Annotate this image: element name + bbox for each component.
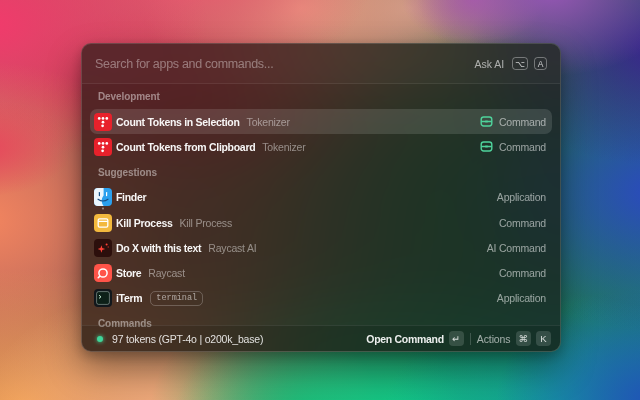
item-subtitle: Tokenizer bbox=[262, 141, 305, 153]
list-item[interactable]: Count Tokens in Selection Tokenizer Comman… bbox=[90, 109, 552, 134]
command-icon bbox=[480, 115, 493, 128]
results-list: Development Count Tokens in Selection Toke… bbox=[82, 84, 560, 327]
item-title: Count Tokens in Selection bbox=[116, 116, 240, 128]
list-item[interactable]: Do X with this text Raycast AI AI Command bbox=[90, 235, 552, 260]
item-type-label: Application bbox=[497, 191, 546, 203]
item-title: Finder bbox=[116, 191, 146, 203]
item-title: Kill Process bbox=[116, 217, 173, 229]
actions-label: Actions bbox=[477, 333, 511, 345]
item-subtitle: Raycast AI bbox=[208, 242, 256, 254]
list-item[interactable]: Finder Application bbox=[90, 185, 552, 210]
item-type-label: AI Command bbox=[487, 242, 546, 254]
item-title: Do X with this text bbox=[116, 242, 201, 254]
raycast-store-icon bbox=[94, 264, 112, 282]
list-item[interactable]: Kill Process Kill Process Command bbox=[90, 210, 552, 235]
item-subtitle: Kill Process bbox=[180, 217, 232, 229]
status-dot-icon bbox=[97, 336, 103, 342]
list-item[interactable]: Store Raycast Command bbox=[90, 260, 552, 285]
finder-icon bbox=[94, 188, 112, 206]
actions-button[interactable]: Actions ⌘ K bbox=[477, 331, 551, 346]
ask-ai-label: Ask AI bbox=[474, 58, 504, 70]
command-keycap: ⌘ bbox=[516, 331, 532, 346]
item-subtitle: Tokenizer bbox=[247, 116, 290, 128]
k-keycap: K bbox=[536, 331, 551, 346]
item-type-label: Command bbox=[499, 141, 546, 153]
item-type-label: Command bbox=[499, 267, 546, 279]
open-command-button[interactable]: Open Command ↵ bbox=[366, 331, 464, 346]
tokenizer-icon bbox=[94, 113, 112, 131]
status-bar-divider bbox=[470, 333, 471, 345]
option-keycap: ⌥ bbox=[512, 57, 528, 71]
status-text: 97 tokens (GPT-4o | o200k_base) bbox=[112, 333, 263, 345]
section-header-suggestions: Suggestions bbox=[90, 160, 552, 185]
item-type-label: Application bbox=[497, 292, 546, 304]
item-subtitle: Raycast bbox=[148, 267, 185, 279]
search-input[interactable]: Search for apps and commands... bbox=[95, 57, 474, 71]
item-type-label: Command bbox=[499, 217, 546, 229]
item-type-label: Command bbox=[499, 116, 546, 128]
return-keycap: ↵ bbox=[449, 331, 464, 346]
kill-process-icon bbox=[94, 214, 112, 232]
item-tag: terminal bbox=[150, 291, 203, 306]
item-title: Store bbox=[116, 267, 141, 279]
section-header-development: Development bbox=[90, 84, 552, 109]
open-command-label: Open Command bbox=[366, 333, 444, 345]
raycast-ai-icon bbox=[94, 239, 112, 257]
list-item[interactable]: iTerm terminal Application bbox=[90, 286, 552, 311]
status-bar: 97 tokens (GPT-4o | o200k_base) Open Com… bbox=[82, 325, 560, 351]
item-title: iTerm bbox=[116, 292, 142, 304]
tokenizer-icon bbox=[94, 138, 112, 156]
search-bar[interactable]: Search for apps and commands... Ask AI ⌥… bbox=[82, 44, 560, 83]
a-keycap: A bbox=[534, 57, 547, 71]
iterm-icon bbox=[94, 289, 112, 307]
ask-ai-button[interactable]: Ask AI ⌥ A bbox=[474, 57, 547, 71]
raycast-launcher-window: Search for apps and commands... Ask AI ⌥… bbox=[81, 43, 561, 352]
command-icon bbox=[480, 140, 493, 153]
list-item[interactable]: Count Tokens from Clipboard Tokenizer Comm… bbox=[90, 134, 552, 159]
item-title: Count Tokens from Clipboard bbox=[116, 141, 255, 153]
